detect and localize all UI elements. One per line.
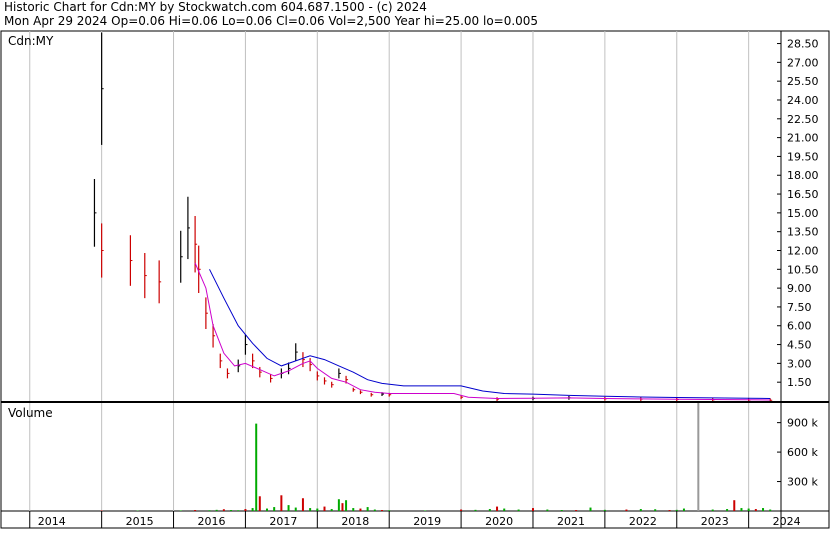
volume-panel-title: Volume xyxy=(8,406,53,420)
x-tick-label: 2023 xyxy=(701,515,729,528)
price-tick-label: 22.50 xyxy=(787,113,819,126)
price-tick-label: 6.00 xyxy=(787,320,812,333)
x-tick-label: 2020 xyxy=(485,515,513,528)
moving-average-long xyxy=(209,269,771,399)
x-tick-label: 2016 xyxy=(198,515,226,528)
price-tick-label: 7.50 xyxy=(787,301,812,314)
x-tick-label: 2021 xyxy=(557,515,585,528)
x-tick-label: 2017 xyxy=(269,515,297,528)
price-panel-title: Cdn:MY xyxy=(8,34,54,48)
price-tick-label: 24.00 xyxy=(787,94,819,107)
price-tick-label: 18.00 xyxy=(787,169,819,182)
moving-average-short xyxy=(194,262,771,401)
x-tick-label: 2014 xyxy=(38,515,66,528)
price-tick-label: 9.00 xyxy=(787,282,812,295)
chart-border xyxy=(0,30,830,529)
price-tick-label: 10.50 xyxy=(787,263,819,276)
price-tick-label: 28.50 xyxy=(787,38,819,51)
price-tick-label: 25.50 xyxy=(787,75,819,88)
chart-frame: Historic Chart for Cdn:MY by Stockwatch.… xyxy=(0,0,830,543)
x-axis: 2014 2015 2016 2017 2018 2019 2020 2021 2022 2023… xyxy=(29,511,801,528)
historic-chart-svg: 28.50 27.00 25.50 24.00 22.50 21.00 19.50 18.00… xyxy=(0,30,830,529)
price-tick-label: 16.50 xyxy=(787,188,819,201)
x-tick-label: 2019 xyxy=(413,515,441,528)
price-tick-label: 1.50 xyxy=(787,376,812,389)
x-tick-label: 2015 xyxy=(126,515,154,528)
price-tick-label: 19.50 xyxy=(787,150,819,163)
x-tick-label: 2024 xyxy=(773,515,801,528)
volume-tick-label: 900 k xyxy=(787,417,818,430)
price-panel: 28.50 27.00 25.50 24.00 22.50 21.00 19.50 18.00… xyxy=(0,30,830,529)
price-tick-label: 12.00 xyxy=(787,244,819,257)
volume-tick-label: 300 k xyxy=(787,476,818,489)
volume-tick-label: 600 k xyxy=(787,446,818,459)
price-tick-label: 27.00 xyxy=(787,56,819,69)
price-tick-label: 21.00 xyxy=(787,132,819,145)
x-tick-label: 2018 xyxy=(341,515,369,528)
volume-panel: 900 k 600 k 300 k Volume xyxy=(8,403,818,511)
x-tick-label: 2022 xyxy=(629,515,657,528)
price-tick-label: 13.50 xyxy=(787,226,819,239)
price-tick-label: 4.50 xyxy=(787,339,812,352)
price-tick-label: 3.00 xyxy=(787,357,812,370)
price-tick-label: 15.00 xyxy=(787,207,819,220)
